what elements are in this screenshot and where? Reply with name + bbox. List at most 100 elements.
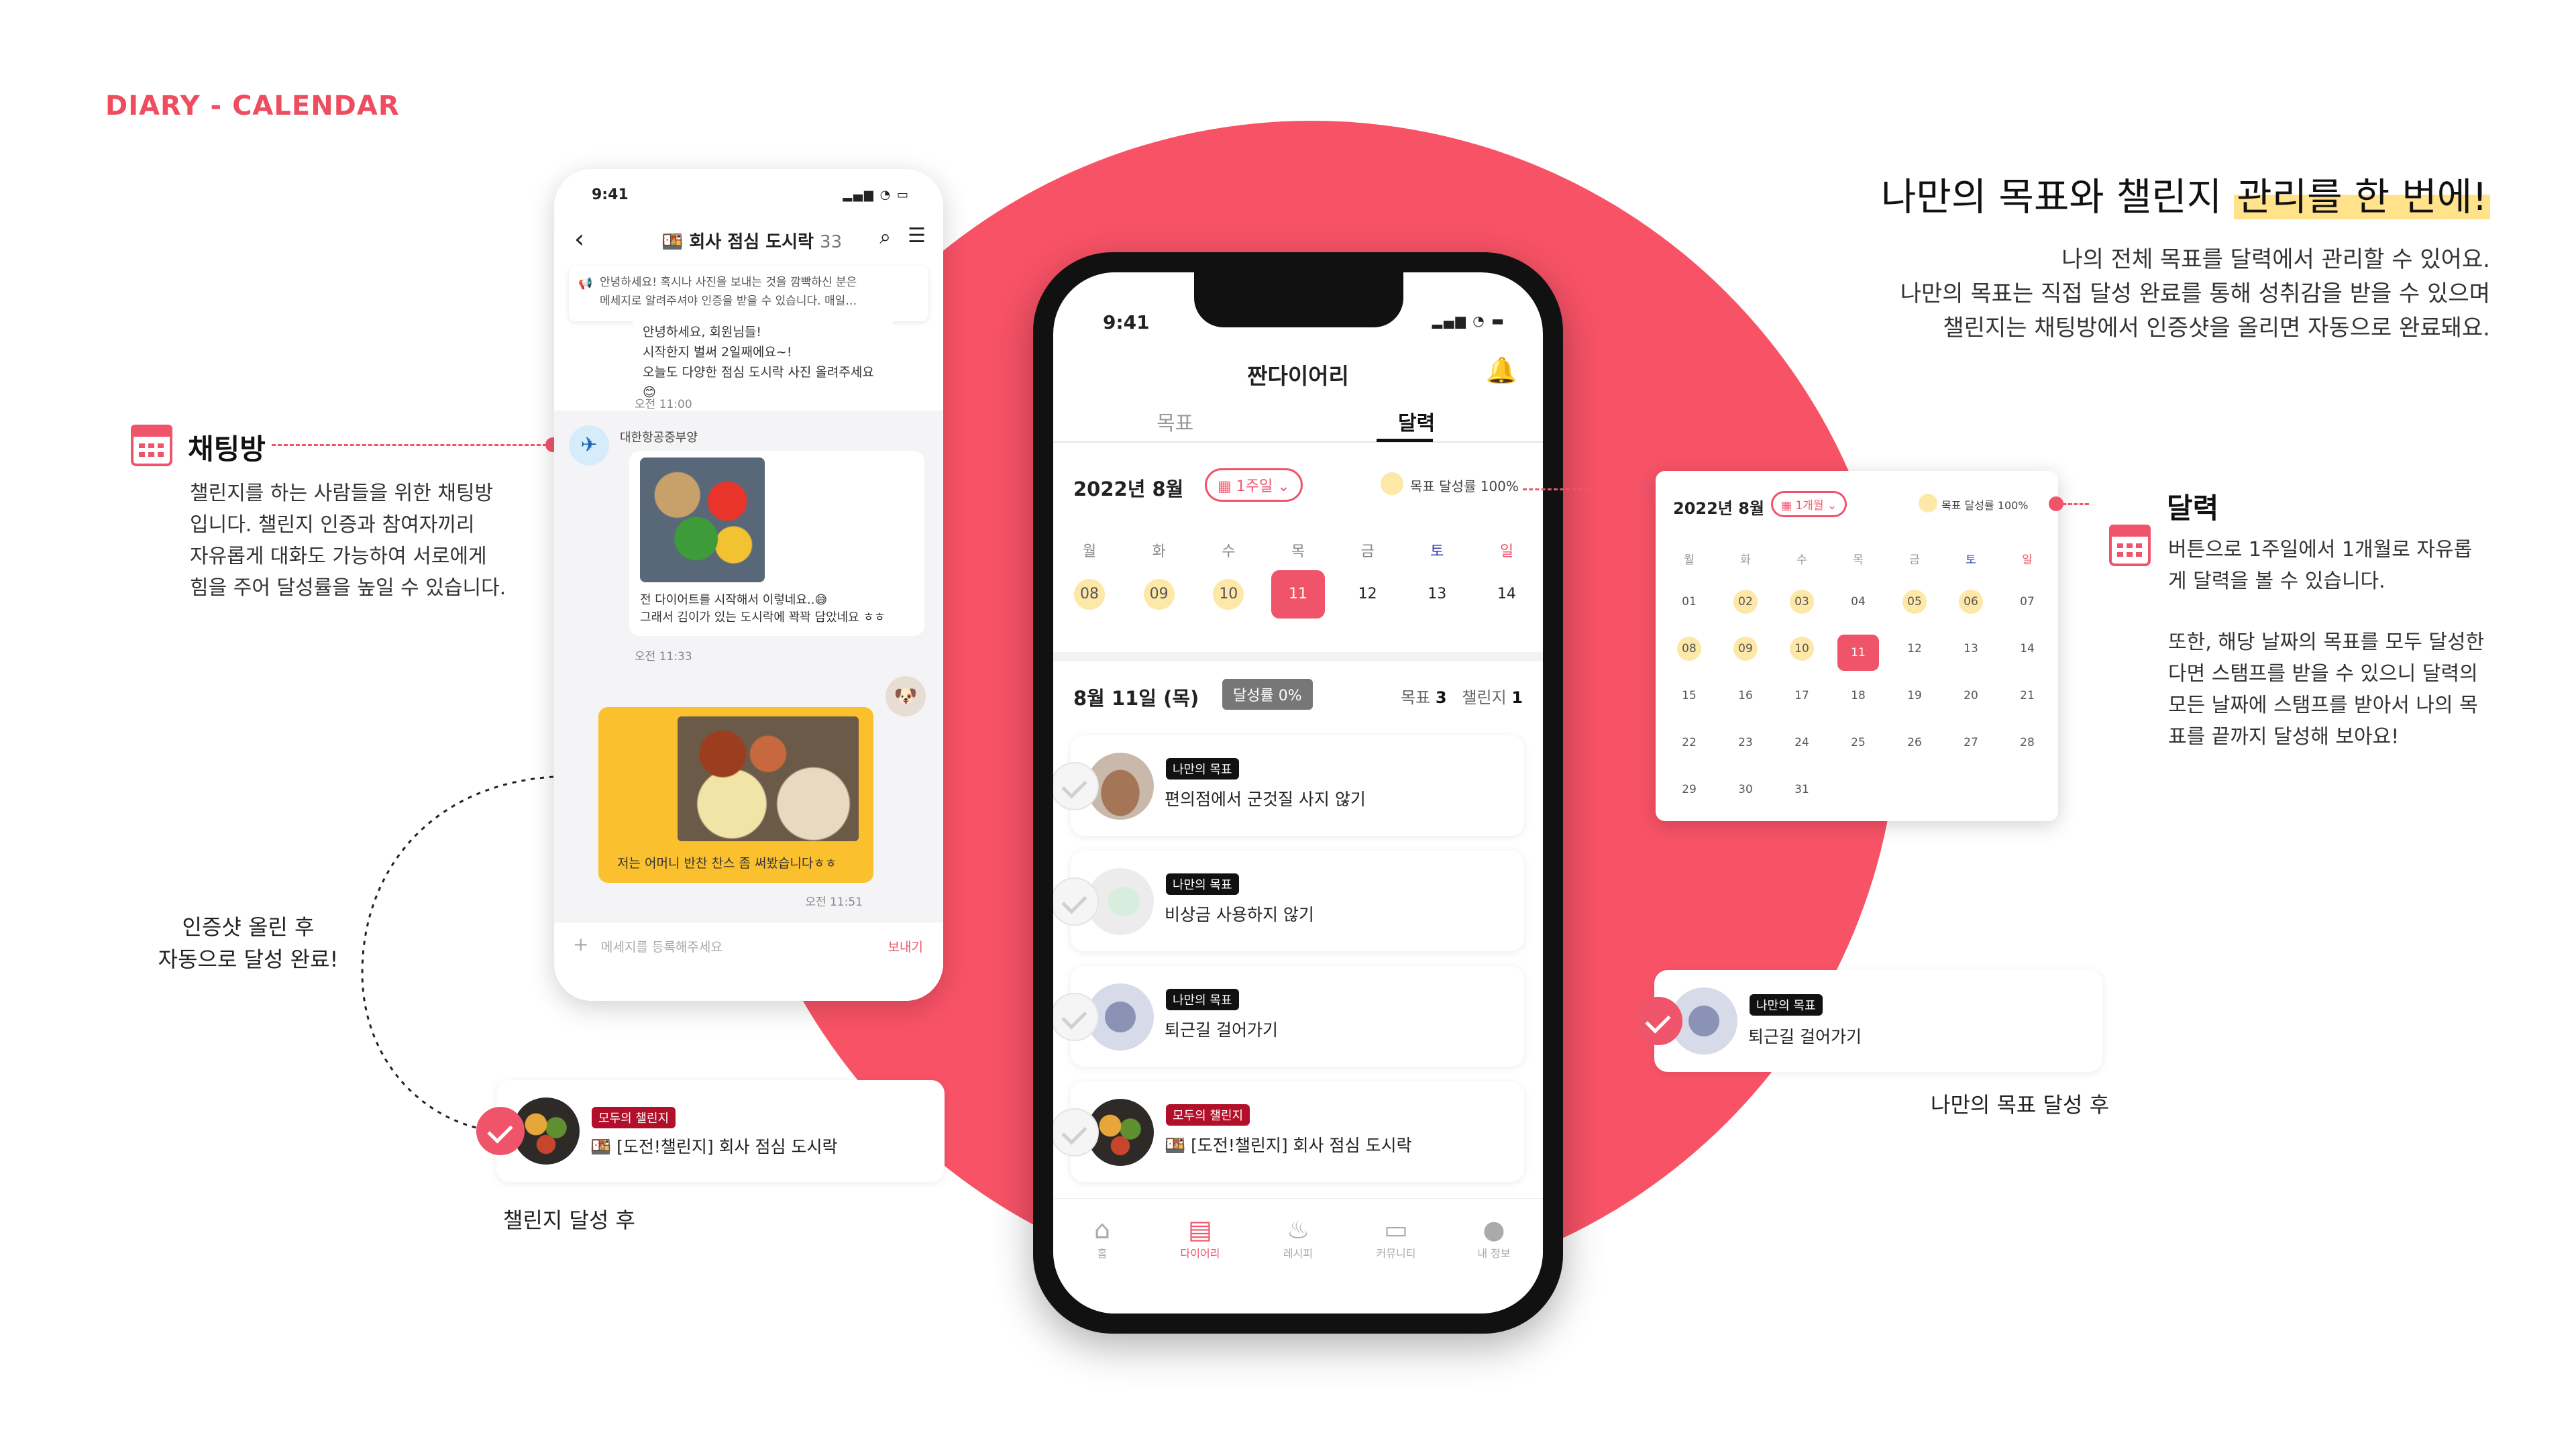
body-line: 챌린지를 하는 사람들을 위한 채팅방 <box>190 482 494 505</box>
goal-badge: 나만의 목표 <box>1166 873 1239 895</box>
challenge-count: 1 <box>1511 688 1523 707</box>
chat-phone: 9:41 ▂▄▆ ◔ ▭ ‹ 🍱 회사 점심 도시락 33 ⌕ ☰ 📢 안녕하세… <box>554 169 943 1001</box>
day-cell[interactable]: 09 <box>1132 579 1186 610</box>
tab-calendar[interactable]: 달력 <box>1398 407 1435 436</box>
day-cell[interactable]: 02 <box>1717 588 1774 616</box>
day-cell[interactable]: 24 <box>1774 729 1830 757</box>
day-cell[interactable]: 12 <box>1341 579 1395 610</box>
day-cell[interactable]: 12 <box>1886 635 1943 663</box>
day-cell[interactable]: 26 <box>1886 729 1943 757</box>
day-number: 25 <box>1851 736 1866 749</box>
day-cell[interactable]: 10 <box>1201 579 1255 610</box>
main-screen: 9:41 ▂▄▆ ◔ ▬ 짠다이어리 🔔 목표 달력 2022년 8월 ▦ 1주… <box>1053 272 1543 1313</box>
month-label: 2022년 8월 <box>1073 478 1184 500</box>
day-cell[interactable]: 05 <box>1886 588 1943 616</box>
food-photo[interactable] <box>678 716 859 841</box>
notice-banner[interactable]: 📢 안녕하세요! 혹시나 사진을 보내는 것을 깜빡하신 분은 메세지로 알려주… <box>569 266 928 321</box>
day-cell[interactable]: 08 <box>1661 635 1717 663</box>
weekday: 목 <box>1853 553 1864 567</box>
challenge-done-caption: 챌린지 달성 후 <box>503 1208 635 1233</box>
day-cell[interactable]: 18 <box>1830 682 1886 710</box>
send-button[interactable]: 보내기 <box>888 937 923 955</box>
day-cell[interactable]: 16 <box>1717 682 1774 710</box>
nav-community[interactable]: ▭ 커뮤니티 <box>1359 1215 1433 1313</box>
day-cell[interactable]: 20 <box>1943 682 1999 710</box>
day-cell[interactable]: 22 <box>1661 729 1717 757</box>
day-cell <box>1943 775 1999 804</box>
body-line: 입니다. 챌린지 인증과 참여자끼리 <box>190 513 475 537</box>
menu-icon[interactable]: ☰ <box>908 224 926 248</box>
day-cell[interactable]: 08 <box>1063 579 1116 610</box>
day-cell[interactable]: 04 <box>1830 588 1886 616</box>
description: 나의 전체 목표를 달력에서 관리할 수 있어요. 나만의 목표는 직접 달성 … <box>1900 243 2490 345</box>
day-cell[interactable]: 31 <box>1774 775 1830 804</box>
day-cell[interactable]: 03 <box>1774 588 1830 616</box>
day-cell[interactable]: 28 <box>1999 729 2055 757</box>
nav-diary[interactable]: ▤ 다이어리 <box>1163 1215 1237 1313</box>
day-cell[interactable]: 21 <box>1999 682 2055 710</box>
day-cell[interactable]: 13 <box>1943 635 1999 663</box>
nav-recipe[interactable]: ♨ 레시피 <box>1261 1215 1335 1313</box>
day-number: 02 <box>1733 590 1758 614</box>
day-cell[interactable]: 09 <box>1717 635 1774 663</box>
day-cell[interactable]: 06 <box>1943 588 1999 616</box>
body-line: 자유롭게 대화도 가능하여 서로에게 <box>190 545 487 568</box>
goal-count: 3 <box>1435 688 1447 707</box>
challenge-card[interactable]: 모두의 챌린지 🍱 [도전!챌린지] 회사 점심 도시락 <box>1053 1081 1524 1182</box>
day-cell[interactable]: 23 <box>1717 729 1774 757</box>
chef-hat-icon: ♨ <box>1286 1215 1310 1244</box>
check-icon[interactable] <box>476 1107 525 1155</box>
tab-goal[interactable]: 목표 <box>1157 407 1193 436</box>
day-cell[interactable]: 11 <box>1830 635 1886 671</box>
search-icon[interactable]: ⌕ <box>879 225 891 249</box>
selected-day: 11 <box>1271 570 1325 619</box>
home-icon: ⌂ <box>1093 1215 1111 1244</box>
day-number: 28 <box>2020 736 2035 749</box>
day-cell[interactable]: 29 <box>1661 775 1717 804</box>
week-row: 29 30 31 <box>1661 766 2055 813</box>
day-cell[interactable]: 01 <box>1661 588 1717 616</box>
day-cell[interactable]: 30 <box>1717 775 1774 804</box>
connector-dot <box>2049 496 2063 511</box>
range-chip[interactable]: ▦ 1개월 ⌄ <box>1771 491 1847 517</box>
day-number: 13 <box>1964 642 1978 655</box>
bell-icon[interactable]: 🔔 <box>1486 356 1517 386</box>
day-cell[interactable]: 14 <box>1999 635 2055 663</box>
day-cell[interactable]: 25 <box>1830 729 1886 757</box>
avatar[interactable]: ✈ <box>569 425 609 466</box>
plus-icon[interactable]: + <box>573 933 588 955</box>
day-cell[interactable]: 13 <box>1410 579 1464 610</box>
goal-card[interactable]: 나만의 목표 편의점에서 군것질 사지 않기 <box>1053 735 1524 836</box>
day-cell[interactable]: 07 <box>1999 588 2055 616</box>
goal-text: 퇴근길 걸어가기 <box>1165 1020 1278 1040</box>
day-cell[interactable]: 27 <box>1943 729 1999 757</box>
back-icon[interactable]: ‹ <box>574 224 584 254</box>
day-number: 09 <box>1143 579 1175 610</box>
goal-card[interactable]: 나만의 목표 비상금 사용하지 않기 <box>1053 851 1524 951</box>
day-cell[interactable]: 14 <box>1480 579 1534 610</box>
notch <box>1194 272 1403 327</box>
challenge-done-card[interactable]: 모두의 챌린지 🍱 [도전!챌린지] 회사 점심 도시락 <box>476 1080 945 1182</box>
nav-profile[interactable]: ● 내 정보 <box>1457 1215 1531 1313</box>
goal-text: 편의점에서 군것질 사지 않기 <box>1165 790 1366 809</box>
msg-line: 그래서 김이가 있는 도시락에 꽉꽉 담았네요 ㅎㅎ <box>640 610 885 625</box>
range-chip[interactable]: ▦ 1주일 ⌄ <box>1205 468 1303 502</box>
day-cell[interactable]: 15 <box>1661 682 1717 710</box>
check-icon[interactable] <box>1634 997 1682 1045</box>
message-input[interactable]: 메세지를 등록해주세요 <box>601 937 722 955</box>
day-cell[interactable]: 10 <box>1774 635 1830 663</box>
day-cell[interactable]: 17 <box>1774 682 1830 710</box>
my-avatar[interactable]: 🐶 <box>885 676 926 716</box>
weekday: 일 <box>1499 543 1514 560</box>
nav-home[interactable]: ⌂ 홈 <box>1065 1215 1139 1313</box>
goal-done-card[interactable]: 나만의 목표 퇴근길 걸어가기 <box>1634 970 2102 1072</box>
food-photo[interactable] <box>640 458 765 582</box>
day-number: 14 <box>2020 642 2035 655</box>
day-cell[interactable]: 11 <box>1271 570 1325 619</box>
day-cell[interactable]: 19 <box>1886 682 1943 710</box>
goal-card[interactable]: 나만의 목표 퇴근길 걸어가기 <box>1053 966 1524 1067</box>
day-number: 15 <box>1682 689 1697 702</box>
day-number: 18 <box>1851 689 1866 702</box>
weekday: 월 <box>1684 553 1695 567</box>
challenge-text: 🍱 [도전!챌린지] 회사 점심 도시락 <box>590 1137 838 1157</box>
